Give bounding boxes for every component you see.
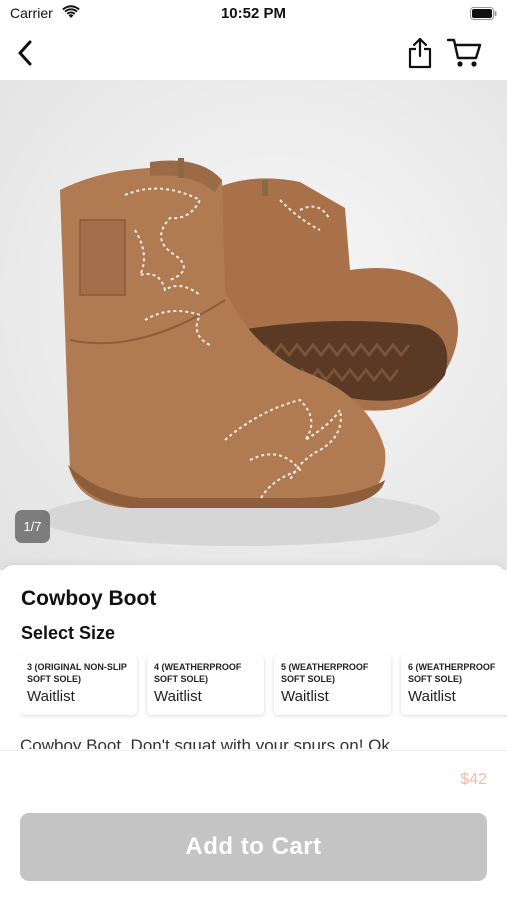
share-button[interactable] xyxy=(404,36,436,70)
product-detail-screen: Carrier 10:52 PM 1/7 Cowboy Boot Select … xyxy=(0,0,507,900)
size-option-status: Waitlist xyxy=(154,688,202,705)
share-icon xyxy=(408,37,432,69)
size-option-status: Waitlist xyxy=(408,688,456,705)
size-option-5[interactable]: 5 (WEATHERPROOF SOFT SOLE) Waitlist xyxy=(274,655,391,715)
size-options-row[interactable]: 3 (ORIGINAL NON-SLIP SOFT SOLE) Waitlist… xyxy=(20,655,507,719)
select-size-heading: Select Size xyxy=(21,623,116,643)
chevron-left-icon xyxy=(18,40,32,66)
size-option-name: 4 (WEATHERPROOF SOFT SOLE) xyxy=(154,662,242,684)
size-option-status: Waitlist xyxy=(27,688,75,705)
product-photo xyxy=(40,158,458,546)
price-label: $42 xyxy=(460,771,487,788)
status-bar: Carrier 10:52 PM xyxy=(0,0,507,28)
size-option-3[interactable]: 3 (ORIGINAL NON-SLIP SOFT SOLE) Waitlist xyxy=(20,655,137,715)
product-title: Cowboy Boot xyxy=(21,587,157,610)
clock: 10:52 PM xyxy=(220,5,287,22)
product-image-gallery[interactable]: 1/7 xyxy=(0,80,507,570)
purchase-footer: $42 Add to Cart xyxy=(0,750,507,900)
back-button[interactable] xyxy=(10,38,40,68)
add-to-cart-button[interactable]: Add to Cart xyxy=(20,813,487,881)
battery-icon xyxy=(470,7,497,20)
size-option-name: 3 (ORIGINAL NON-SLIP SOFT SOLE) xyxy=(27,662,127,684)
size-option-name: 5 (WEATHERPROOF SOFT SOLE) xyxy=(281,662,369,684)
size-option-name: 6 (WEATHERPROOF SOFT SOLE) xyxy=(408,662,496,684)
nav-bar xyxy=(0,28,507,80)
cart-button[interactable] xyxy=(446,36,484,70)
size-option-4[interactable]: 4 (WEATHERPROOF SOFT SOLE) Waitlist xyxy=(147,655,264,715)
product-description: Cowboy Boot. Don't squat with your spurs… xyxy=(20,736,390,749)
image-counter-badge: 1/7 xyxy=(15,510,50,543)
size-option-status: Waitlist xyxy=(281,688,329,705)
cart-icon xyxy=(447,38,482,67)
size-option-6[interactable]: 6 (WEATHERPROOF SOFT SOLE) Waitlist xyxy=(401,655,507,715)
